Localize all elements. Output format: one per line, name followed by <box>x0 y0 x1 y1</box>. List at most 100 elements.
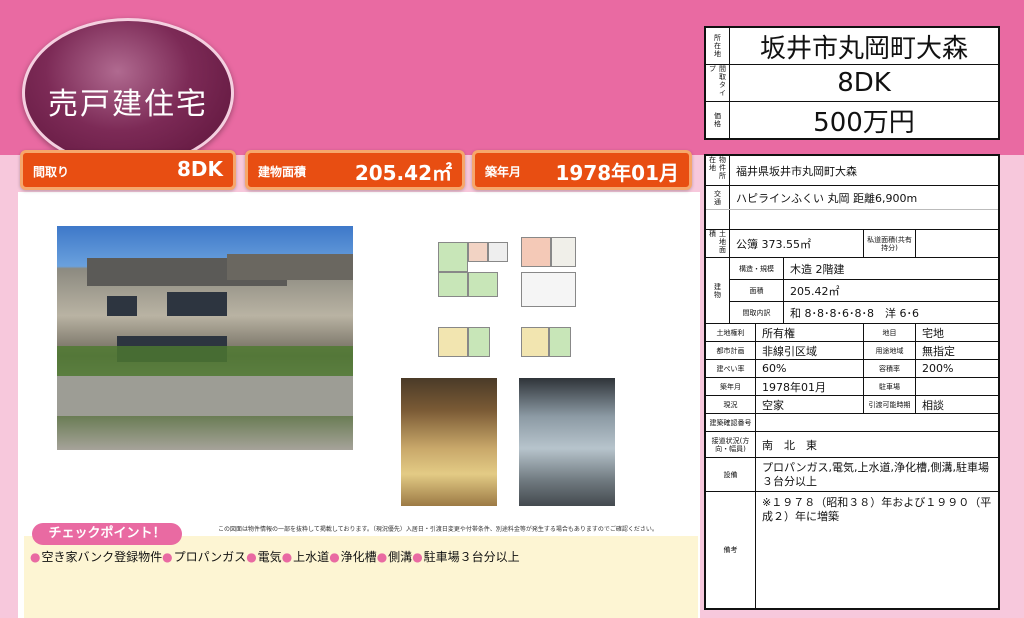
detail-row-land-area: 土地面積 公簿 373.55㎡ 私道面積(共有持分) <box>706 230 998 258</box>
floor-plan-1f <box>433 232 578 372</box>
row-label: 都市計画 <box>706 342 756 359</box>
plan-room <box>438 242 468 272</box>
row-label: 建築確認番号 <box>706 414 756 431</box>
land-rights-value: 所有権 <box>756 324 864 341</box>
tatami-room-photo <box>401 378 497 506</box>
check-item: 側溝 <box>377 550 413 564</box>
row-label: 所在地 <box>706 28 730 64</box>
layout-value: 8DK <box>837 68 891 98</box>
plan-room <box>551 237 576 267</box>
summary-floor-area: 建物面積 205.42㎡ <box>245 150 465 190</box>
floor-area-value: 205.42㎡ <box>790 284 840 298</box>
row-label: 築年月 <box>706 378 756 395</box>
detail-row-planning: 都市計画 非線引区域 用途地域 無指定 <box>706 342 998 360</box>
detail-row-confirmation: 建築確認番号 <box>706 414 998 432</box>
detail-row-address: 物件所在地 福井県坂井市丸岡町大森 <box>706 156 998 186</box>
structure-value: 木造 2階建 <box>790 262 845 276</box>
photo-window-shape <box>167 292 227 316</box>
row-label: 交通 <box>706 186 730 209</box>
remarks-value: ※１９７８（昭和３８）年および１９９０（平成２）年に増築 <box>762 496 992 523</box>
check-item: 空き家バンク登録物件 <box>30 550 162 564</box>
row-label: 建物 <box>706 258 730 323</box>
row-label: 面積 <box>730 280 784 301</box>
detail-row-remarks: 備考 ※１９７８（昭和３８）年および１９９０（平成２）年に増築 <box>706 492 998 608</box>
summary-value: 205.42㎡ <box>354 161 452 185</box>
detail-row-built: 築年月 1978年01月 駐車場 <box>706 378 998 396</box>
photo-roof-shape <box>227 254 353 280</box>
summary-value: 1978年01月 <box>555 161 680 185</box>
detail-row-road: 接道状況(方向・幅員) 南 北 東 <box>706 432 998 458</box>
address-value: 福井県坂井市丸岡町大森 <box>736 164 857 178</box>
details-table: 物件所在地 福井県坂井市丸岡町大森 交通 ハピラインふくい 丸岡 距離6,900… <box>704 154 1000 610</box>
rooms-value: 和 8･8･8･6･8･8 洋 6･6 <box>790 307 919 320</box>
headline-row-location: 所在地 坂井市丸岡町大森 <box>706 28 998 65</box>
land-area-value: 公簿 373.55㎡ <box>730 230 864 257</box>
building-sub-rooms: 間取内訳 和 8･8･8･6･8･8 洋 6･6 <box>730 302 998 324</box>
building-sub-structure: 構造・規模 木造 2階建 <box>730 258 998 280</box>
city-plan-value: 非線引区域 <box>756 342 864 359</box>
detail-row-status: 現況 空家 引渡可能時期 相談 <box>706 396 998 414</box>
status-value: 空家 <box>756 396 864 413</box>
transport-value: ハピラインふくい 丸岡 距離6,900m <box>736 191 918 205</box>
title-badge: 売戸建住宅 <box>22 18 234 168</box>
detail-row-rights: 土地権利 所有権 地目 宅地 <box>706 324 998 342</box>
row-label: 土地権利 <box>706 324 756 341</box>
plan-room <box>438 272 468 297</box>
detail-row-transport-extra <box>706 210 998 230</box>
row-label: 価格 <box>706 102 730 138</box>
price-value: 500万円 <box>813 107 915 138</box>
check-points-title: チェックポイント！ <box>32 523 182 545</box>
detail-row-transport: 交通 ハピラインふくい 丸岡 距離6,900m <box>706 186 998 210</box>
row-label: 容積率 <box>864 360 916 377</box>
coverage-value: 60% <box>756 360 864 377</box>
row-label: 物件所在地 <box>706 156 730 185</box>
row-label: 地目 <box>864 324 916 341</box>
headline-row-price: 価格 500万円 <box>706 102 998 138</box>
plan-room <box>521 327 549 357</box>
headline-row-layout: 間取タイプ 8DK <box>706 65 998 102</box>
check-item: プロパンガス <box>162 550 246 564</box>
detail-row-facilities: 設備 プロパンガス,電気,上水道,浄化槽,側溝,駐車場３台分以上 <box>706 458 998 492</box>
row-label-spacer <box>706 210 730 229</box>
photo-window-shape <box>107 296 137 316</box>
check-item: 浄化槽 <box>329 550 377 564</box>
row-label: 構造・規模 <box>730 258 784 279</box>
row-label: 間取タイプ <box>706 65 730 101</box>
row-label: 設備 <box>706 458 756 491</box>
row-label: 引渡可能時期 <box>864 396 916 413</box>
check-points-list: 空き家バンク登録物件プロパンガス電気上水道浄化槽側溝駐車場３台分以上 <box>30 548 520 565</box>
headline-box: 所在地 坂井市丸岡町大森 間取タイプ 8DK 価格 500万円 <box>704 26 1000 140</box>
detail-row-ratios: 建ぺい率 60% 容積率 200% <box>706 360 998 378</box>
row-label: 間取内訳 <box>730 302 784 324</box>
summary-value: 8DK <box>176 157 223 181</box>
photo-wall-shape <box>57 376 353 416</box>
detail-row-building: 建物 構造・規模 木造 2階建 面積 205.42㎡ 間取内訳 和 8･8･8･… <box>706 258 998 324</box>
check-item: 電気 <box>246 550 282 564</box>
photo-garden-shape <box>57 346 353 376</box>
plan-room <box>468 242 488 262</box>
row-label: 建ぺい率 <box>706 360 756 377</box>
summary-layout: 間取り 8DK <box>20 150 236 190</box>
land-category-value: 宅地 <box>922 326 944 340</box>
road-value: 南 北 東 <box>762 438 817 452</box>
bathroom-photo <box>519 378 615 506</box>
check-item: 上水道 <box>282 550 330 564</box>
handover-value: 相談 <box>922 398 944 412</box>
summary-built: 築年月 1978年01月 <box>472 150 692 190</box>
summary-label: 築年月 <box>485 165 522 179</box>
page-title: 売戸建住宅 <box>48 87 208 122</box>
location-value: 坂井市丸岡町大森 <box>759 33 968 64</box>
row-label: 備考 <box>706 492 756 608</box>
plan-room <box>521 237 551 267</box>
summary-label: 間取り <box>33 165 70 179</box>
built-value: 1978年01月 <box>756 378 864 395</box>
plan-room <box>468 327 490 357</box>
house-exterior-photo <box>57 226 353 450</box>
facilities-value: プロパンガス,電気,上水道,浄化槽,側溝,駐車場３台分以上 <box>762 460 990 488</box>
summary-label: 建物面積 <box>258 165 307 179</box>
building-sub-area: 面積 205.42㎡ <box>730 280 998 302</box>
plan-room <box>549 327 571 357</box>
zoning-value: 無指定 <box>922 344 955 358</box>
plan-room <box>521 272 576 307</box>
row-label: 接道状況(方向・幅員) <box>706 432 756 457</box>
